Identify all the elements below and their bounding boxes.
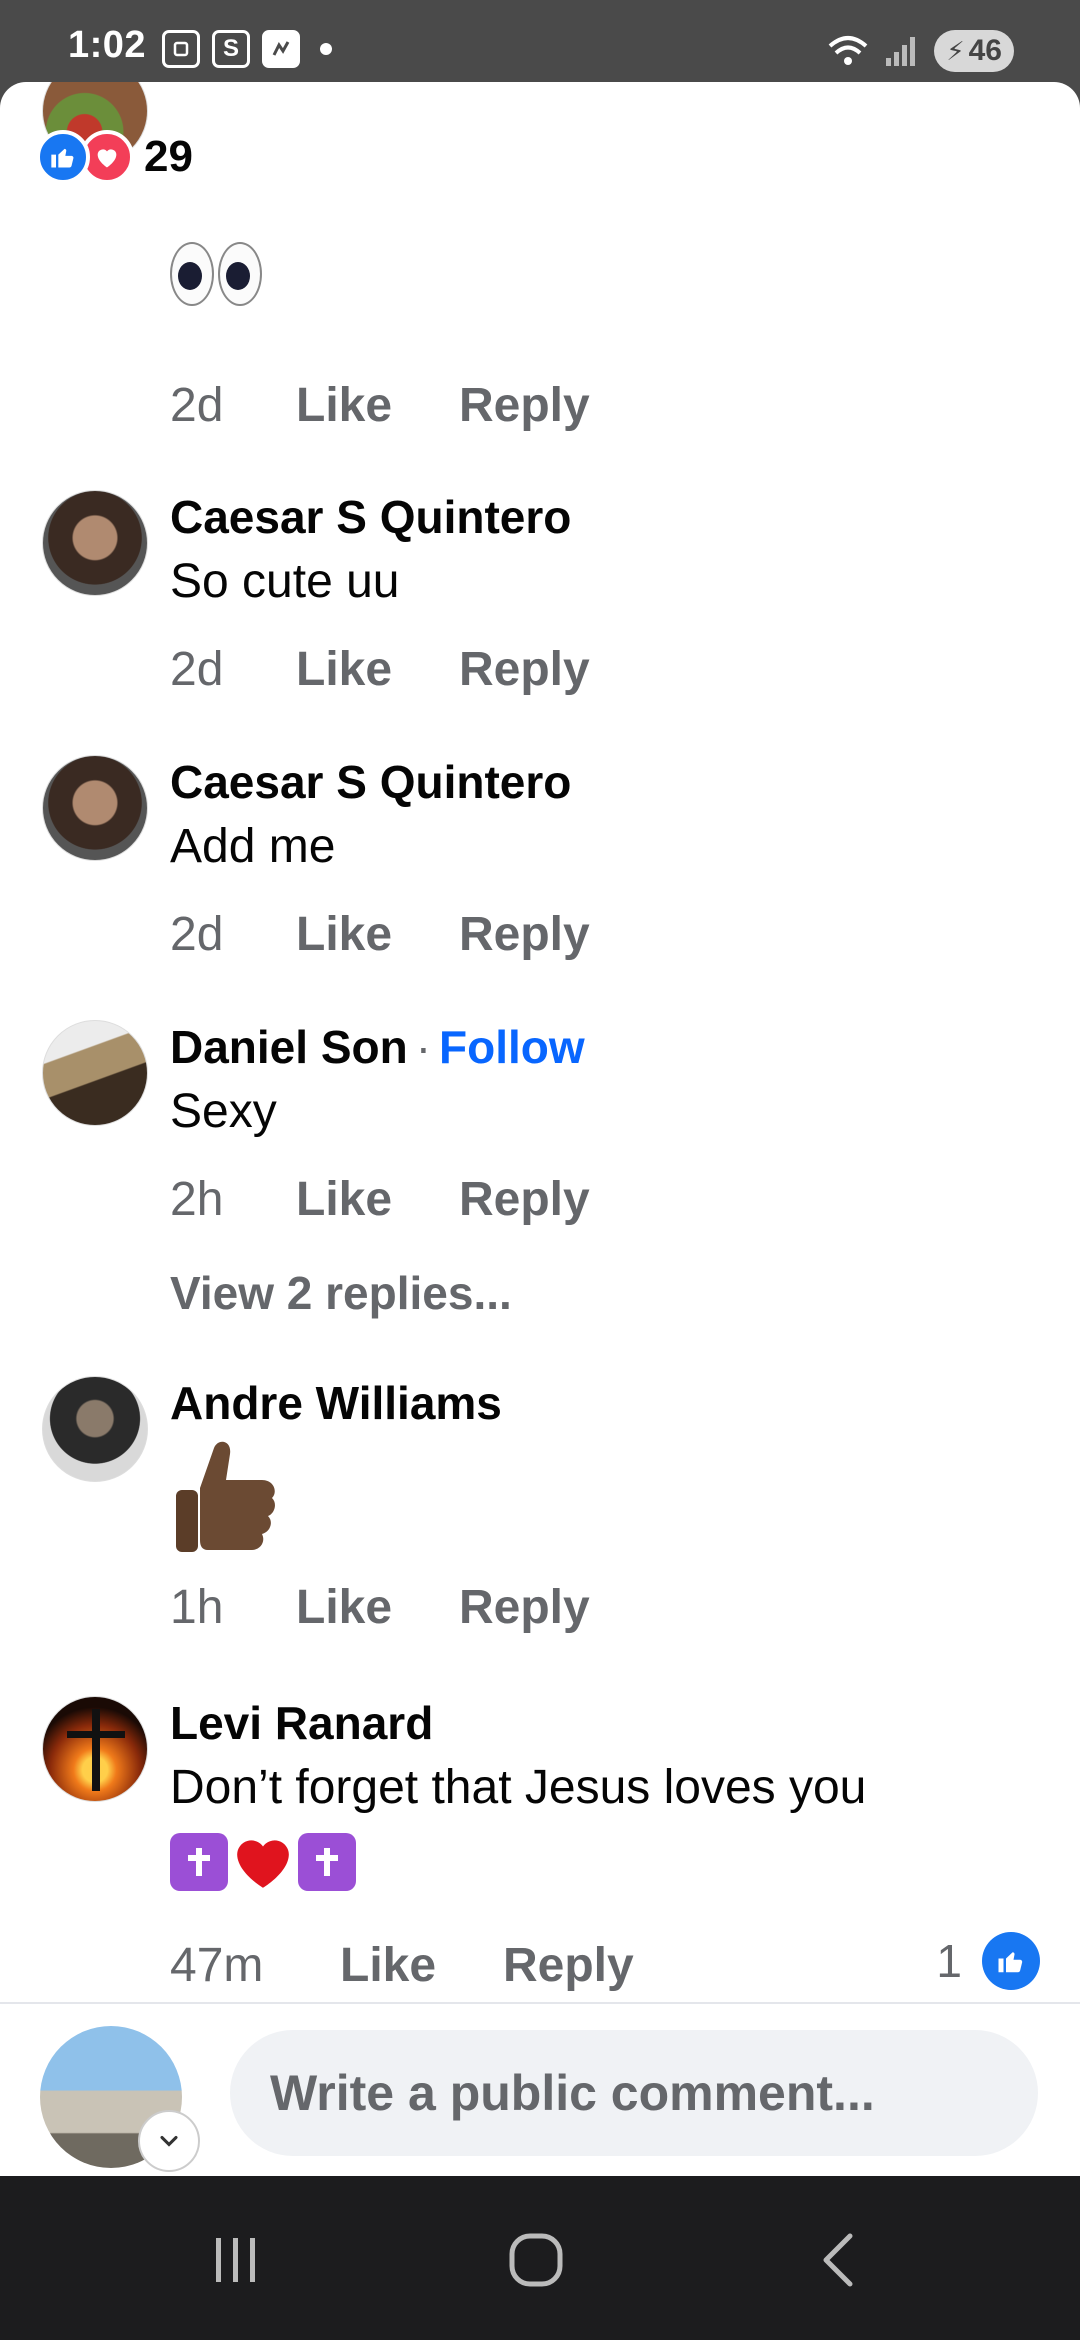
commenter-name: Daniel Son · Follow [170, 1020, 585, 1074]
comment-emoji-line [170, 1832, 360, 1892]
comment-text: Sexy [170, 1085, 277, 1138]
like-button[interactable]: Like [296, 907, 459, 962]
comment-time: 2h [170, 1173, 224, 1226]
red-heart-emoji [237, 1840, 289, 1889]
commenter-avatar[interactable] [42, 490, 148, 596]
comment-composer: Write a public comment... [0, 2002, 1080, 2176]
comment-actions: 2d Like Reply [170, 907, 590, 962]
reply-button[interactable]: Reply [459, 1580, 590, 1635]
comment-input[interactable]: Write a public comment... [230, 2030, 1038, 2156]
comment-text: So cute uu [170, 555, 400, 608]
comment-time: 1h [170, 1581, 224, 1634]
latin-cross-emoji [298, 1833, 356, 1892]
charging-icon: ⚡ [946, 35, 965, 66]
comment-text: Don’t forget that Jesus loves you [170, 1761, 867, 1814]
comment-like-count[interactable]: 1 [936, 1932, 1040, 1990]
comment-actions: 47m Like Reply [170, 1938, 634, 1993]
reply-button[interactable]: Reply [503, 1938, 634, 1993]
commenter-name[interactable]: Levi Ranard [170, 1696, 433, 1750]
comment-time: 47m [170, 1939, 264, 1992]
commenter-avatar[interactable] [42, 755, 148, 861]
status-time: 1:02 [68, 24, 147, 66]
recents-icon[interactable] [196, 2220, 276, 2300]
reaction-count: 29 [144, 132, 193, 181]
cross-silhouette-icon [67, 1709, 125, 1791]
like-reaction-icon [36, 130, 90, 184]
commenter-name[interactable]: Caesar S Quintero [170, 755, 571, 809]
comment-actions: 2h Like Reply [170, 1172, 590, 1227]
battery-level: 46 [968, 34, 1002, 67]
status-system-icons: ⚡ 46 [828, 30, 1014, 72]
more-notifications-dot [320, 43, 332, 55]
comment-actions: 2d Like Reply [170, 378, 590, 433]
reply-button[interactable]: Reply [459, 642, 590, 697]
like-button[interactable]: Like [296, 1172, 459, 1227]
back-icon[interactable] [800, 2220, 880, 2300]
screenshot-icon [162, 30, 200, 68]
commenter-avatar[interactable] [42, 1376, 148, 1482]
chevron-down-icon[interactable] [138, 2110, 200, 2172]
commenter-name[interactable]: Andre Williams [170, 1376, 502, 1430]
comment-time: 2d [170, 643, 224, 696]
comment-time: 2d [170, 908, 224, 961]
commenter-name[interactable]: Caesar S Quintero [170, 490, 571, 544]
s-app-icon: S [212, 30, 250, 68]
thumbs-up-emoji [176, 1441, 275, 1552]
commenter-name-text[interactable]: Daniel Son [170, 1021, 408, 1073]
wifi-icon [829, 36, 868, 65]
commenter-avatar[interactable] [42, 1696, 148, 1802]
eyes-emoji [170, 242, 262, 306]
system-nav-bar [0, 2176, 1080, 2340]
commenter-avatar[interactable] [42, 1020, 148, 1126]
view-replies-link[interactable]: View 2 replies... [170, 1266, 512, 1320]
name-separator: · [415, 1021, 432, 1073]
signal-icon [886, 37, 916, 66]
like-reaction-icon [982, 1932, 1040, 1990]
like-button[interactable]: Like [296, 378, 459, 433]
status-notification-icons: S [162, 30, 332, 68]
home-icon[interactable] [496, 2220, 576, 2300]
comment-actions: 2d Like Reply [170, 642, 590, 697]
comment-actions: 1h Like Reply [170, 1580, 590, 1635]
reply-button[interactable]: Reply [459, 378, 590, 433]
comment-text: Add me [170, 820, 336, 873]
like-button[interactable]: Like [296, 642, 459, 697]
status-bar: 1:02 S ⚡ 46 [0, 0, 1080, 82]
battery-indicator: ⚡ 46 [934, 30, 1014, 72]
comment-time: 2d [170, 379, 224, 432]
latin-cross-emoji [170, 1833, 228, 1892]
news-app-icon [262, 30, 300, 68]
like-button[interactable]: Like [296, 1580, 459, 1635]
reply-button[interactable]: Reply [459, 1172, 590, 1227]
follow-button[interactable]: Follow [439, 1021, 585, 1073]
reply-button[interactable]: Reply [459, 907, 590, 962]
comments-sheet[interactable]: 29 2d Like Reply Caesar S Quintero So cu… [0, 82, 1080, 2176]
comment-text [170, 1436, 280, 1576]
like-count-number: 1 [936, 1935, 962, 1987]
like-button[interactable]: Like [340, 1938, 503, 1993]
reactions-summary[interactable]: 29 [36, 130, 193, 184]
